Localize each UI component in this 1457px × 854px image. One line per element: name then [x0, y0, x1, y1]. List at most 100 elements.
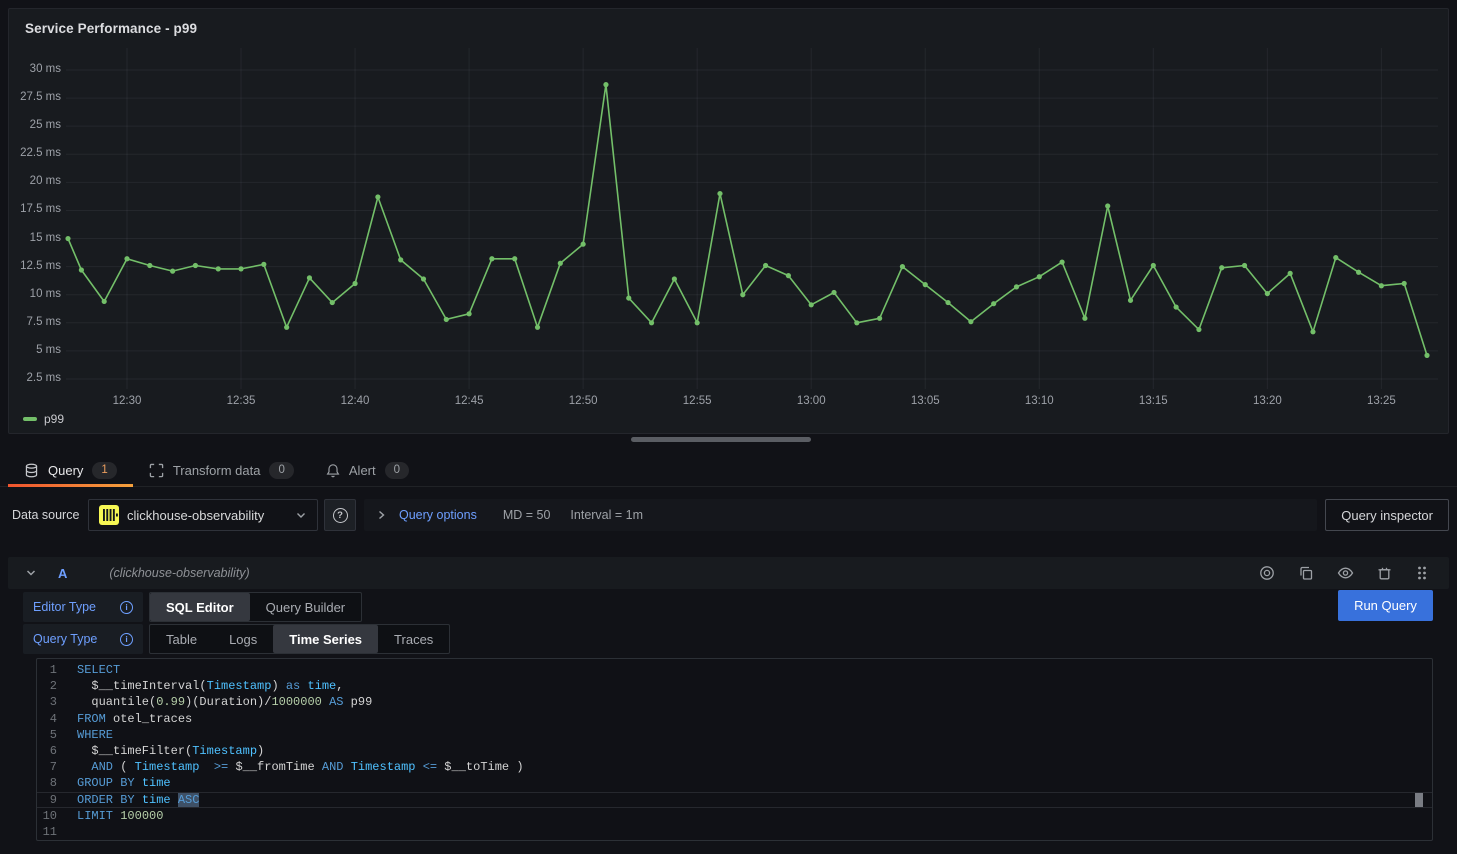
line-number: 11 [37, 824, 77, 840]
editor-type-option-sql-editor[interactable]: SQL Editor [150, 593, 250, 621]
y-tick-label: 15 ms [11, 232, 61, 244]
code-text: SELECT [77, 662, 120, 678]
record-circle-icon[interactable] [1259, 565, 1275, 581]
editor-type-row: Editor Type i SQL EditorQuery Builder [23, 592, 362, 622]
query-type-option-time-series[interactable]: Time Series [273, 625, 378, 653]
data-point [877, 316, 882, 321]
y-tick-label: 25 ms [11, 119, 61, 131]
code-line[interactable]: 10LIMIT 100000 [37, 808, 1432, 824]
query-type-options: TableLogsTime SeriesTraces [149, 624, 450, 654]
editor-type-options: SQL EditorQuery Builder [149, 592, 362, 622]
query-options-link[interactable]: Query options [399, 508, 477, 522]
data-point [603, 82, 608, 87]
tab-count-badge: 0 [385, 462, 409, 479]
query-type-option-table[interactable]: Table [150, 625, 213, 653]
data-point [1242, 263, 1247, 268]
overview-ruler-cursor [1415, 793, 1423, 807]
x-tick-label: 13:10 [1007, 395, 1071, 407]
trash-icon[interactable] [1377, 565, 1392, 581]
line-number: 1 [37, 662, 77, 678]
code-line[interactable]: 8GROUP BY time [37, 775, 1432, 791]
help-icon: ? [333, 508, 348, 523]
drag-handle-icon[interactable] [1415, 565, 1429, 581]
x-tick-label: 13:05 [893, 395, 957, 407]
series-line-p99 [68, 85, 1427, 356]
editor-type-option-query-builder[interactable]: Query Builder [250, 593, 361, 621]
x-tick-label: 12:40 [323, 395, 387, 407]
data-point [1128, 298, 1133, 303]
timeseries-panel: Service Performance - p99 30 ms27.5 ms25… [8, 8, 1449, 434]
chevron-down-icon [295, 509, 307, 521]
code-line[interactable]: 11 [37, 824, 1432, 840]
legend-item-p99[interactable]: p99 [23, 412, 64, 426]
y-tick-label: 20 ms [11, 175, 61, 187]
query-options-bar[interactable]: Query options MD = 50 Interval = 1m [364, 499, 1317, 531]
data-point [193, 263, 198, 268]
data-point [79, 267, 84, 272]
data-point [763, 263, 768, 268]
query-row-header[interactable]: A (clickhouse-observability) [8, 557, 1449, 589]
y-tick-label: 27.5 ms [11, 91, 61, 103]
info-icon[interactable]: i [120, 601, 133, 614]
datasource-value: clickhouse-observability [127, 508, 264, 523]
info-icon[interactable]: i [120, 633, 133, 646]
timeseries-chart[interactable] [9, 9, 1448, 433]
code-line[interactable]: 9ORDER BY time ASC [37, 792, 1432, 808]
transform-icon [149, 463, 164, 478]
tab-alert[interactable]: Alert0 [310, 453, 425, 487]
data-point [1219, 265, 1224, 270]
data-point [444, 317, 449, 322]
y-tick-label: 30 ms [11, 63, 61, 75]
y-tick-label: 7.5 ms [11, 316, 61, 328]
data-point [512, 256, 517, 261]
query-datasource-hint: (clickhouse-observability) [109, 566, 249, 580]
data-point [147, 263, 152, 268]
collapse-chevron-icon[interactable] [24, 566, 38, 580]
line-number: 9 [37, 792, 77, 808]
eye-icon[interactable] [1337, 565, 1354, 581]
query-type-option-traces[interactable]: Traces [378, 625, 449, 653]
line-number: 8 [37, 775, 77, 791]
data-point [740, 292, 745, 297]
data-point [1105, 203, 1110, 208]
data-point [1356, 270, 1361, 275]
datasource-picker[interactable]: clickhouse-observability [88, 499, 318, 531]
code-text: $__timeInterval(Timestamp) as time, [77, 678, 343, 694]
y-tick-label: 2.5 ms [11, 372, 61, 384]
data-point [330, 300, 335, 305]
data-point [489, 256, 494, 261]
query-type-option-logs[interactable]: Logs [213, 625, 273, 653]
code-line[interactable]: 6 $__timeFilter(Timestamp) [37, 743, 1432, 759]
datasource-help-button[interactable]: ? [324, 499, 356, 531]
code-line[interactable]: 7 AND ( Timestamp >= $__fromTime AND Tim… [37, 759, 1432, 775]
data-point [307, 275, 312, 280]
sql-editor[interactable]: 1SELECT2 $__timeInterval(Timestamp) as t… [36, 658, 1433, 841]
query-inspector-button[interactable]: Query inspector [1325, 499, 1449, 531]
y-tick-label: 12.5 ms [11, 260, 61, 272]
run-query-button[interactable]: Run Query [1338, 590, 1433, 621]
code-text: ORDER BY time ASC [77, 792, 199, 808]
tab-transform-data[interactable]: Transform data0 [133, 453, 310, 487]
tab-query[interactable]: Query1 [8, 453, 133, 487]
copy-icon[interactable] [1298, 565, 1314, 581]
data-point [467, 311, 472, 316]
code-text: GROUP BY time [77, 775, 171, 791]
x-tick-label: 13:15 [1121, 395, 1185, 407]
data-point [1082, 316, 1087, 321]
code-line[interactable]: 4FROM otel_traces [37, 711, 1432, 727]
data-point [854, 320, 859, 325]
data-point [991, 301, 996, 306]
data-point [284, 325, 289, 330]
code-line[interactable]: 1SELECT [37, 662, 1432, 678]
line-number: 6 [37, 743, 77, 759]
code-line[interactable]: 2 $__timeInterval(Timestamp) as time, [37, 678, 1432, 694]
data-point [170, 269, 175, 274]
x-tick-label: 13:00 [779, 395, 843, 407]
code-line[interactable]: 5WHERE [37, 727, 1432, 743]
database-icon [24, 463, 39, 478]
data-point [375, 194, 380, 199]
data-point [1014, 284, 1019, 289]
code-line[interactable]: 3 quantile(0.99)(Duration)/1000000 AS p9… [37, 694, 1432, 710]
x-tick-label: 12:30 [95, 395, 159, 407]
horizontal-scrollbar-thumb[interactable] [631, 437, 811, 442]
